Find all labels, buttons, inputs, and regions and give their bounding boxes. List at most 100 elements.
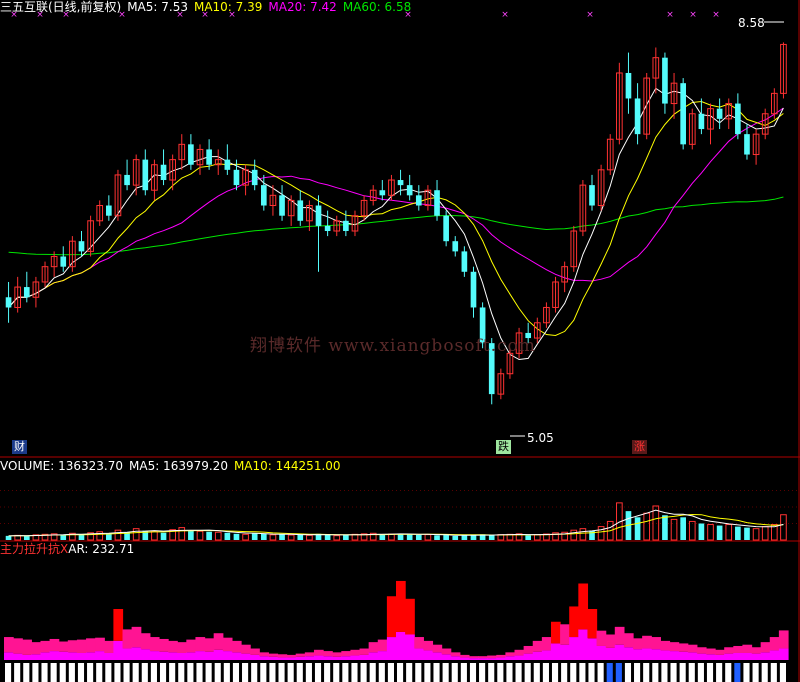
indicator-bar-mid [168, 640, 178, 653]
indicator-bar-base [478, 658, 488, 660]
indicator-tick [59, 663, 66, 682]
indicator-bar-mid [104, 640, 114, 653]
volume-bar [196, 530, 204, 541]
indicator-bar-top [550, 621, 561, 644]
candle-body [106, 205, 112, 216]
indicator-bar-mid [450, 652, 461, 657]
indicator-bar-base [414, 648, 424, 660]
indicator-tick [278, 663, 285, 682]
indicator-tick [579, 663, 586, 682]
indicator-bar-base [396, 631, 406, 660]
watermark: 翔博软件 www.xiangbosoft.com [250, 336, 536, 356]
volume-bar [251, 533, 258, 540]
indicator-bar-base [468, 658, 479, 660]
volume-bar [132, 528, 140, 541]
indicator-bar-base [724, 653, 734, 660]
indicator-bar-base [550, 643, 561, 660]
indicator-tick [232, 663, 240, 682]
volume-bar [698, 523, 705, 540]
indicator-bar-base [423, 650, 434, 660]
signal-marks: × × × × × × × × × × × × × [10, 10, 784, 437]
indicator-tick [342, 663, 349, 682]
indicator-name[interactable]: 主力拉升抗X [0, 542, 68, 556]
indicator-bar-mid [149, 637, 160, 652]
indicator-bar-mid [478, 656, 488, 659]
indicator-bar-mid [696, 647, 707, 654]
indicator-bar-base [204, 651, 215, 660]
indicator-bar-base [660, 650, 671, 660]
volume-bar [452, 535, 459, 540]
indicator-tick [697, 663, 704, 682]
candle-body [662, 57, 668, 104]
indicator-tick [670, 663, 677, 682]
candle-body [744, 134, 750, 155]
indicator-tick [615, 663, 622, 682]
indicator-bar-base [377, 651, 388, 660]
volume-bar [461, 535, 468, 540]
indicator-bar-base [177, 652, 187, 660]
volume-bar [725, 524, 733, 541]
indicator-bar-base [277, 657, 288, 660]
indicator-bar-mid [22, 639, 32, 655]
volume-bar [114, 529, 122, 541]
indicator-bar-mid [532, 640, 543, 652]
candle-body [415, 195, 422, 206]
indicator-tick [87, 663, 94, 682]
indicator-bar-base [459, 657, 470, 660]
indicator-bar-mid [131, 626, 142, 648]
volume-bar [688, 520, 696, 541]
indicator-bar-top [578, 583, 589, 630]
indicator-bar-base [323, 656, 333, 660]
indicator-bar-mid [468, 656, 479, 659]
indicator-bar-top [405, 598, 415, 635]
indicator-tick [360, 663, 367, 682]
volume-bar [233, 533, 240, 540]
indicator-bar-base [350, 655, 361, 660]
stock-title[interactable]: 三五互联(日线,前复权) [0, 0, 121, 14]
badge-fall[interactable]: 跌 [496, 440, 511, 454]
ma-lines [8, 87, 784, 361]
signal-mark: × [712, 10, 720, 20]
indicator-tick [378, 663, 385, 682]
indicator-bar-base [295, 656, 306, 660]
indicator-bar-base [405, 634, 415, 660]
indicator-bar-base [40, 652, 51, 660]
badge-finance[interactable]: 财 [12, 440, 27, 454]
volume-bar [379, 534, 386, 540]
volume-bar [5, 535, 12, 540]
volume-bar [78, 534, 85, 540]
indicator-tick [515, 663, 522, 682]
indicator-bar-mid [651, 637, 661, 650]
candle-body [379, 190, 386, 196]
indicator-tick [542, 663, 549, 682]
candle-body [23, 287, 30, 298]
indicator-bar-base [441, 654, 452, 660]
indicator-bar-base [213, 649, 224, 660]
indicator-tick [734, 663, 741, 682]
indicator-tick [324, 663, 331, 682]
indicator-bar-mid [541, 637, 552, 651]
indicator-bar-base [222, 651, 233, 660]
indicator-tick [287, 663, 294, 682]
candle-body [461, 251, 468, 272]
ma5-line [8, 87, 784, 361]
volume-bar [151, 530, 158, 541]
indicator-tick [406, 663, 413, 682]
volume-bar [434, 535, 440, 540]
indicator-bar-base [769, 650, 780, 660]
indicator-bar-mid [31, 642, 42, 655]
indicator-bar-mid [487, 655, 497, 659]
indicator-tick [624, 663, 632, 682]
indicator-bar-mid [414, 637, 424, 649]
indicator-tick [761, 663, 768, 682]
indicator-bar-mid [669, 642, 680, 652]
indicator-bar-base [241, 653, 251, 660]
indicator-bar-mid [304, 652, 315, 657]
indicator-tick [187, 663, 194, 682]
indicator-bar-base [268, 656, 279, 660]
indicator-bar-base [705, 654, 716, 660]
candle-body [60, 256, 67, 267]
indicator-bar-base [778, 648, 789, 660]
candle-body [142, 159, 149, 191]
badge-rise[interactable]: 涨 [632, 440, 647, 454]
